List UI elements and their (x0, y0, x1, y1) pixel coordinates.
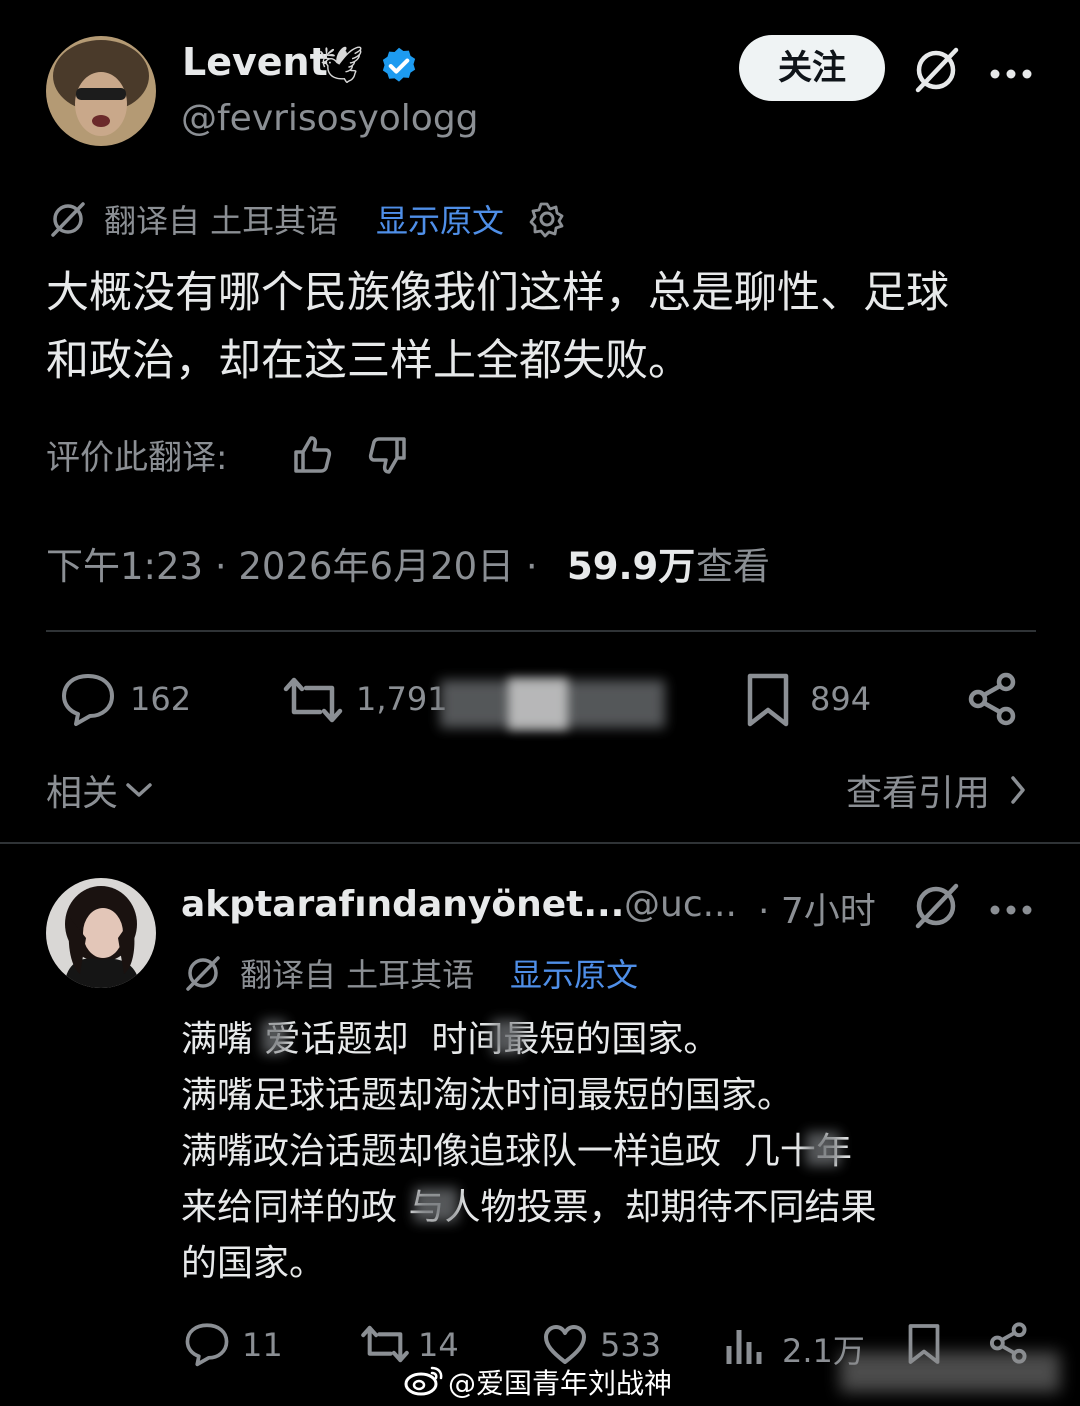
reply-text-line-2: 满嘴足球话题却淘汰时间最短的国家。 (181, 1075, 794, 1116)
reply-repost-icon[interactable] (360, 1324, 410, 1364)
reply-like-icon[interactable] (542, 1324, 588, 1366)
thumbs-up-icon[interactable] (292, 434, 334, 474)
author-handle[interactable]: @fevrisosyologg (181, 98, 479, 139)
post-timestamp[interactable]: 下午1:23 · 2026年6月20日 · (46, 536, 538, 590)
views-count: 59.9万 (567, 545, 696, 588)
repost-icon[interactable] (282, 676, 344, 724)
reply-like-count: 533 (600, 1326, 662, 1364)
censor-smudge (806, 1132, 840, 1166)
reply-translation-source: 翻译自 土耳其语 (240, 956, 475, 994)
watermark-text: @爱国青年刘战神 (448, 1367, 673, 1400)
reply-author-handle[interactable]: @uc... (624, 884, 737, 925)
reply-count: 162 (130, 680, 192, 718)
view-quotes-link[interactable]: 查看引用 (846, 764, 990, 816)
views-label: 查看 (696, 545, 770, 588)
weibo-logo-icon (404, 1364, 444, 1396)
rate-translation-label: 评价此翻译: (46, 438, 228, 478)
divider (46, 630, 1036, 632)
author-name[interactable]: Levent (182, 40, 328, 84)
author-avatar[interactable] (46, 36, 156, 146)
reply-icon[interactable] (60, 672, 116, 726)
post-text-line-1: 大概没有哪个民族像我们这样，总是聊性、足球 (46, 268, 949, 318)
grok-icon[interactable] (910, 44, 962, 96)
reply-author-avatar[interactable] (46, 878, 156, 988)
reply-translate-icon (184, 954, 222, 992)
chevron-down-icon[interactable] (124, 780, 154, 800)
related-label[interactable]: 相关 (46, 764, 118, 816)
reply-reply-count: 11 (242, 1326, 283, 1364)
reply-views-icon[interactable] (724, 1326, 764, 1366)
bookmark-count: 894 (810, 680, 872, 718)
dove-emoji-icon: 🕊 (318, 45, 364, 86)
show-original-link[interactable]: 显示原文 (376, 196, 504, 242)
watermark-blur (840, 1352, 1060, 1392)
bookmark-icon[interactable] (744, 672, 792, 728)
reply-text-line-4: 来给同样的政 与人物投票，却期待不同结果 (181, 1187, 877, 1228)
follow-button[interactable]: 关注 (739, 35, 885, 101)
reply-repost-count: 14 (418, 1326, 459, 1364)
share-icon[interactable] (966, 672, 1020, 726)
more-options-icon[interactable] (990, 64, 1032, 79)
reply-grok-icon[interactable] (910, 880, 962, 932)
section-divider (0, 842, 1080, 844)
blurred-highlight (508, 678, 568, 730)
censor-smudge (414, 1188, 458, 1222)
settings-gear-icon[interactable] (528, 200, 566, 238)
reply-author-name[interactable]: akptarafındanyönet... (181, 884, 624, 925)
reply-text-line-5: 的国家。 (181, 1243, 326, 1284)
verified-badge-icon (377, 45, 421, 89)
censor-smudge (492, 1020, 522, 1054)
reply-reply-icon[interactable] (184, 1322, 230, 1367)
translation-source: 翻译自 土耳其语 (104, 202, 339, 240)
repost-count: 1,791 (356, 680, 448, 718)
translate-icon (49, 200, 87, 238)
reply-more-options-icon[interactable] (990, 900, 1032, 915)
reply-show-original-link[interactable]: 显示原文 (510, 950, 638, 996)
reply-text-line-3: 满嘴政治话题却像追球队一样追政 几十年 (181, 1131, 852, 1172)
reply-time[interactable]: · 7小时 (758, 882, 876, 934)
chevron-right-icon[interactable] (1008, 774, 1028, 806)
censor-smudge (262, 1020, 286, 1054)
post-text-line-2: 和政治，却在这三样上全都失败。 (46, 336, 691, 386)
thumbs-down-icon[interactable] (366, 436, 408, 476)
